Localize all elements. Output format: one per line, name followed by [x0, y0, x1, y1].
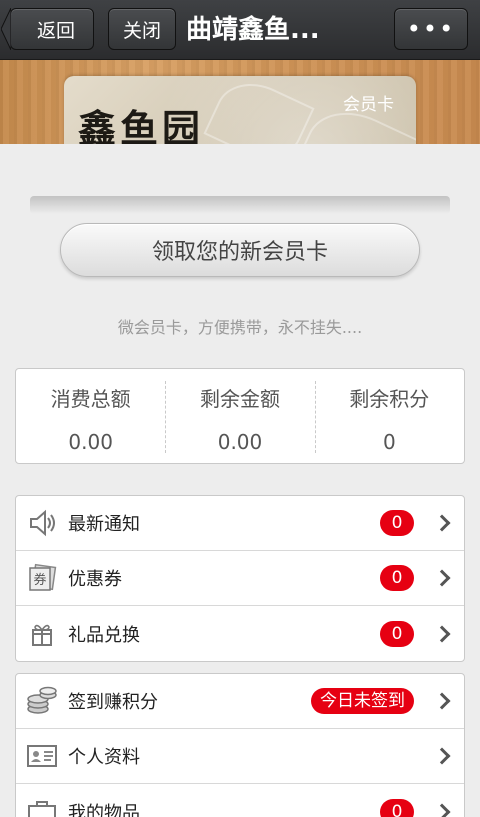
list-item-check-in[interactable]: 签到赚积分 今日未签到	[16, 674, 464, 729]
close-button-label: 关闭	[122, 19, 161, 42]
chevron-right-icon	[433, 803, 451, 817]
stat-label: 剩余金额	[199, 387, 280, 411]
stat-points: 剩余积分 0	[314, 369, 464, 463]
list-item-label: 我的物品	[68, 802, 140, 817]
count-badge: 0	[380, 620, 414, 647]
menu-group-2: 签到赚积分 今日未签到 个人资料 我的物品 0	[15, 673, 465, 817]
stats-panel: 消费总额 0.00 剩余金额 0.00 剩余积分 0	[15, 368, 465, 464]
chevron-right-icon	[433, 692, 451, 710]
list-item-notifications[interactable]: 最新通知 0	[16, 496, 464, 551]
list-item-my-items[interactable]: 我的物品 0	[16, 784, 464, 817]
count-badge: 0	[380, 565, 414, 591]
svg-text:券: 券	[33, 572, 46, 588]
chevron-right-icon	[433, 569, 451, 587]
list-item-coupons[interactable]: 券 优惠券 0	[16, 551, 464, 606]
close-button[interactable]: 关闭	[108, 8, 176, 50]
list-item-gift-exchange[interactable]: 礼品兑换 0	[16, 606, 464, 661]
stat-value: 0.00	[68, 430, 113, 454]
more-icon: •••	[406, 15, 456, 43]
page-title: 曲靖鑫鱼...	[186, 15, 320, 45]
briefcase-icon	[26, 796, 58, 817]
count-badge: 0	[380, 510, 414, 536]
list-item-label: 最新通知	[68, 514, 140, 535]
list-item-label: 签到赚积分	[68, 692, 158, 713]
chevron-right-icon	[433, 747, 451, 765]
menu-group-1: 最新通知 0 券 优惠券 0 礼品兑换 0	[15, 495, 465, 662]
stat-label: 消费总额	[50, 387, 131, 411]
more-button[interactable]: •••	[394, 8, 468, 50]
coins-icon	[26, 685, 58, 717]
stat-total-spent: 消费总额 0.00	[16, 369, 165, 463]
top-nav-bar: 返回 关闭 曲靖鑫鱼... •••	[0, 0, 480, 60]
list-item-profile[interactable]: 个人资料	[16, 729, 464, 784]
chevron-right-icon	[433, 625, 451, 642]
claim-button-label: 领取您的新会员卡	[151, 240, 328, 265]
list-item-label: 优惠券	[68, 569, 122, 590]
count-badge: 0	[380, 798, 414, 817]
stat-balance: 剩余金额 0.00	[165, 369, 314, 463]
stat-value: 0	[382, 430, 396, 454]
speaker-icon	[26, 507, 58, 539]
id-card-icon	[26, 740, 58, 772]
back-arrow-icon	[1, 8, 11, 50]
stat-value: 0.00	[217, 430, 263, 454]
back-button-label: 返回	[36, 19, 75, 42]
card-type-label: 会员卡	[343, 95, 394, 115]
card-slot-shadow	[30, 196, 450, 214]
slogan-text: 微会员卡，方便携带，永不挂失....	[117, 318, 363, 337]
back-button[interactable]: 返回	[1, 8, 94, 50]
stat-label: 剩余积分	[349, 387, 430, 411]
list-item-label: 礼品兑换	[68, 624, 140, 646]
check-in-status-badge: 今日未签到	[311, 688, 414, 714]
list-item-label: 个人资料	[68, 747, 140, 768]
chevron-right-icon	[433, 514, 451, 532]
claim-member-card-button[interactable]: 领取您的新会员卡	[60, 223, 420, 277]
gift-icon	[26, 618, 58, 650]
coupon-icon: 券	[26, 562, 58, 594]
